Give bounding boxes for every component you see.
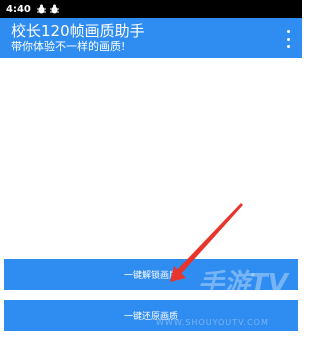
restore-quality-button[interactable]: 一键还原画质	[4, 300, 298, 331]
app-subtitle: 带你体验不一样的画质!	[11, 40, 126, 53]
notification-icons	[36, 4, 59, 14]
bug-icon	[49, 4, 59, 14]
app-title: 校长120帧画质助手	[11, 22, 145, 40]
more-vert-icon[interactable]	[284, 30, 292, 48]
unlock-quality-label: 一键解锁画质	[123, 271, 178, 281]
app-bar: 校长120帧画质助手 带你体验不一样的画质!	[0, 18, 302, 58]
content-area	[0, 58, 302, 258]
status-bar: 4:40	[0, 0, 302, 18]
unlock-quality-button[interactable]: 一键解锁画质	[4, 259, 298, 290]
bug-icon	[36, 4, 46, 14]
restore-quality-label: 一键还原画质	[123, 312, 178, 322]
status-time: 4:40	[6, 3, 31, 15]
